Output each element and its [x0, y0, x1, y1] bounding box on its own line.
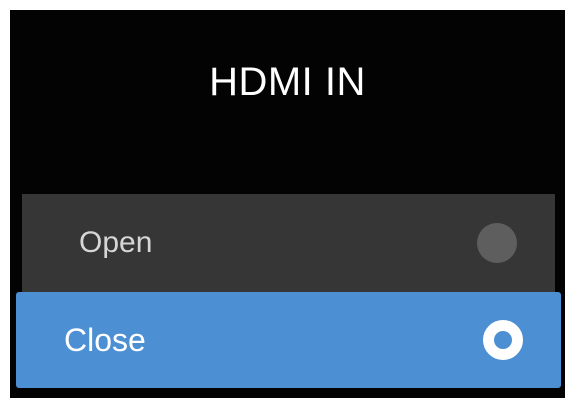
hdmi-dialog: HDMI IN Open Close: [10, 10, 565, 398]
option-open[interactable]: Open: [22, 194, 555, 292]
option-close[interactable]: Close: [16, 292, 561, 388]
radio-selected-icon[interactable]: [483, 320, 523, 360]
option-close-label: Close: [64, 321, 146, 358]
option-open-label: Open: [79, 226, 153, 259]
dialog-title: HDMI IN: [209, 60, 366, 104]
radio-unselected-icon[interactable]: [477, 223, 517, 263]
